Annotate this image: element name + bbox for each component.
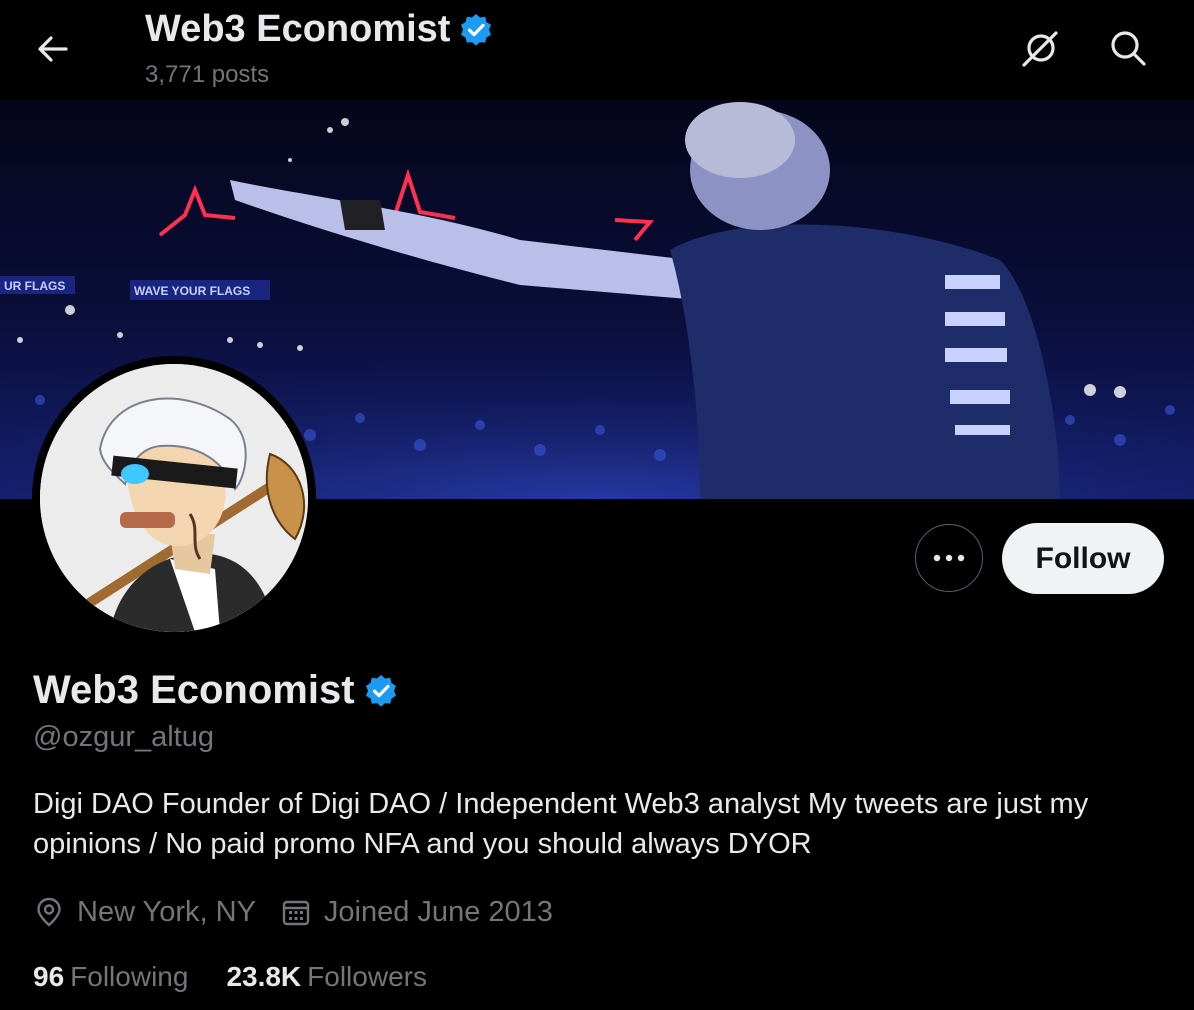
calendar-icon (282, 900, 310, 926)
joined-text: Joined June 2013 (323, 895, 553, 928)
grok-button[interactable] (1018, 25, 1064, 71)
handle: @ozgur_altug (33, 721, 214, 753)
header-name: Web3 Economist (145, 8, 451, 50)
location: New York, NY (33, 896, 256, 929)
search-button[interactable] (1105, 25, 1151, 71)
bio: Digi DAO Founder of Digi DAO / Independe… (33, 788, 1089, 860)
following-label: Following (70, 961, 189, 992)
follow-stats: 96 Following 23.8K Followers (33, 957, 465, 997)
profile-name: Web3 Economist (33, 668, 399, 713)
display-name: Web3 Economist (33, 668, 355, 712)
top-bar: Web3 Economist 3,771 posts (0, 0, 1194, 100)
location-pin-icon (37, 897, 61, 927)
followers-label: Followers (307, 961, 427, 992)
grok-icon (1022, 31, 1058, 67)
more-horizontal-icon (933, 554, 965, 562)
avatar-image (40, 364, 308, 632)
svg-text:UR FLAGS: UR FLAGS (4, 279, 65, 293)
verified-badge-icon[interactable] (363, 673, 399, 709)
following-link[interactable]: 96 Following (33, 961, 188, 993)
more-options-button[interactable] (915, 524, 983, 592)
header-title: Web3 Economist (145, 8, 494, 51)
posts-count: 3,771 posts (145, 61, 270, 88)
back-button[interactable] (30, 26, 76, 72)
arrow-left-icon (38, 36, 68, 62)
follow-button[interactable]: Follow (1002, 523, 1164, 594)
join-date: Joined June 2013 (280, 896, 553, 929)
profile-meta: New York, NY Joined June 2013 (33, 892, 577, 932)
following-count: 96 (33, 961, 65, 992)
verified-badge-icon (461, 13, 492, 46)
avatar[interactable] (40, 364, 308, 632)
location-text: New York, NY (77, 895, 256, 928)
followers-count: 23.8K (226, 961, 302, 992)
followers-link[interactable]: 23.8K Followers (226, 961, 427, 993)
search-icon (1111, 31, 1146, 66)
svg-text:WAVE YOUR FLAGS: WAVE YOUR FLAGS (134, 284, 250, 298)
